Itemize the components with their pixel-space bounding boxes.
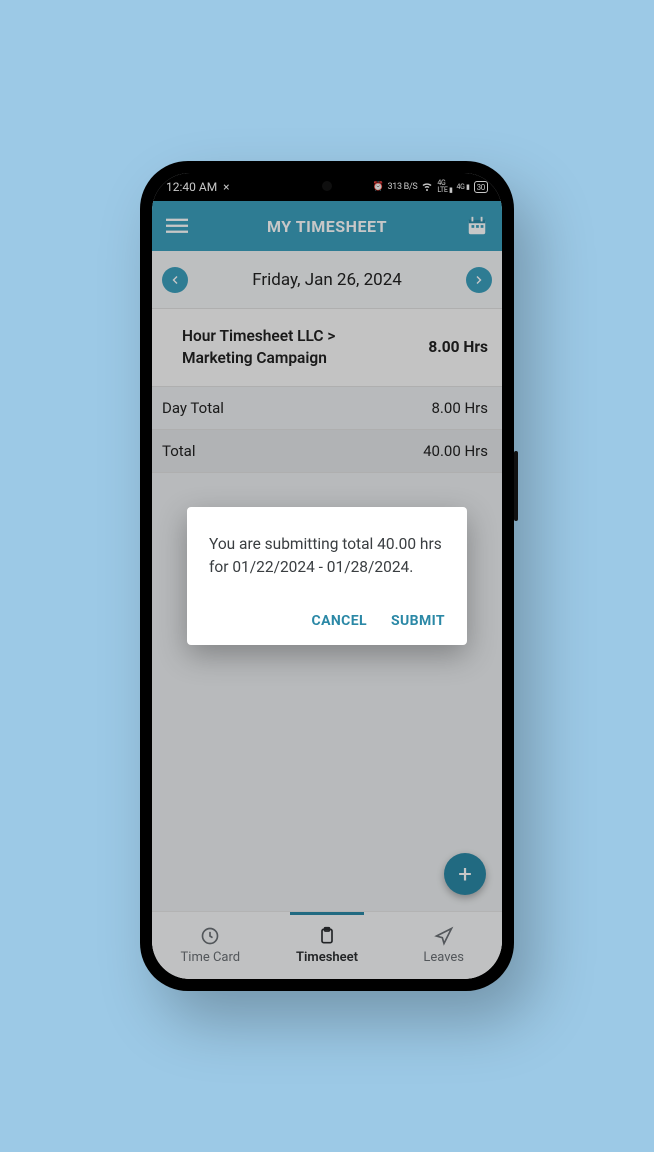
phone-frame: 12:40 AM × ⏰ 313 B/S 4GLTE ▮ 4G ▮ 30 MY …: [140, 161, 514, 991]
submit-dialog: You are submitting total 40.00 hrs for 0…: [187, 507, 467, 646]
dialog-actions: CANCEL SUBMIT: [209, 613, 445, 629]
dialog-message: You are submitting total 40.00 hrs for 0…: [209, 533, 445, 580]
side-button: [514, 451, 518, 521]
cancel-button[interactable]: CANCEL: [312, 613, 367, 629]
submit-button[interactable]: SUBMIT: [391, 613, 445, 629]
screen: 12:40 AM × ⏰ 313 B/S 4GLTE ▮ 4G ▮ 30 MY …: [152, 173, 502, 979]
modal-overlay[interactable]: You are submitting total 40.00 hrs for 0…: [152, 173, 502, 979]
